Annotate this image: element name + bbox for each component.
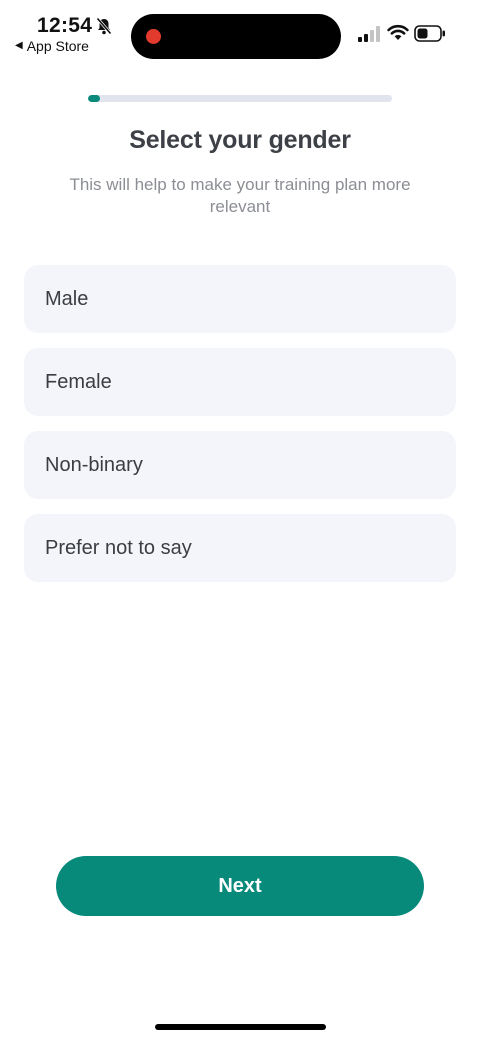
back-arrow-icon: ◀ [15, 40, 23, 51]
page-title: Select your gender [129, 126, 351, 154]
next-button[interactable]: Next [56, 856, 424, 916]
bell-slash-icon [96, 17, 112, 35]
option-male[interactable]: Male [24, 265, 456, 333]
option-label: Prefer not to say [45, 536, 192, 559]
option-female[interactable]: Female [24, 348, 456, 416]
status-time: 12:54 [37, 14, 93, 37]
progress-bar [88, 95, 392, 102]
back-app-label: App Store [26, 38, 89, 54]
option-label: Male [45, 287, 89, 310]
battery-icon [414, 25, 445, 42]
wifi-icon [387, 24, 409, 40]
option-non-binary[interactable]: Non-binary [24, 431, 456, 499]
gender-options: Male Female Non-binary Prefer not to say [24, 265, 456, 597]
dynamic-island [131, 14, 341, 59]
progress-fill [88, 95, 101, 102]
back-to-app-store[interactable]: ◀ App Store [15, 38, 89, 54]
home-indicator[interactable] [155, 1024, 326, 1030]
recording-indicator [146, 29, 161, 44]
option-label: Female [45, 370, 112, 393]
option-label: Non-binary [45, 453, 143, 476]
option-prefer-not-to-say[interactable]: Prefer not to say [24, 514, 456, 582]
signal-icon [358, 26, 380, 42]
page-subtitle: This will help to make your training pla… [69, 175, 411, 216]
